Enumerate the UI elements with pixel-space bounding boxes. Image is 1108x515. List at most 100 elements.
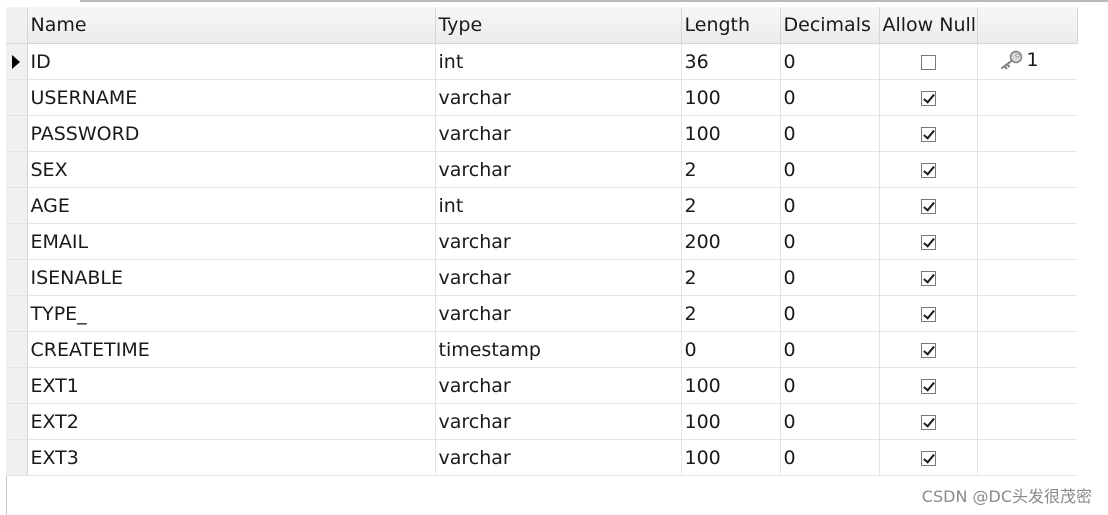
allow-null-checkbox[interactable] xyxy=(920,54,936,70)
allow-null-checkbox[interactable] xyxy=(920,234,936,250)
key-cell[interactable] xyxy=(977,331,1077,368)
field-length-cell[interactable]: 2 xyxy=(681,295,781,332)
field-decimals-cell[interactable]: 0 xyxy=(780,295,880,332)
key-cell[interactable] xyxy=(977,259,1077,296)
field-length-cell[interactable]: 100 xyxy=(681,115,781,152)
row-indicator[interactable] xyxy=(6,151,28,188)
table-row[interactable]: ISENABLE varchar 2 0 xyxy=(6,259,1077,296)
column-header-length[interactable]: Length xyxy=(681,7,781,44)
allow-null-checkbox[interactable] xyxy=(920,126,936,142)
field-type-cell[interactable]: varchar xyxy=(435,439,682,476)
allow-null-checkbox[interactable] xyxy=(920,162,936,178)
column-header-name[interactable]: Name xyxy=(27,7,436,44)
key-cell[interactable] xyxy=(977,187,1077,224)
field-name-cell[interactable]: PASSWORD xyxy=(27,115,436,152)
field-type-cell[interactable]: int xyxy=(435,43,682,80)
table-row[interactable]: EXT1 varchar 100 0 xyxy=(6,367,1077,404)
field-type-cell[interactable]: int xyxy=(435,187,682,224)
field-decimals-cell[interactable]: 0 xyxy=(780,223,880,260)
table-row[interactable]: AGE int 2 0 xyxy=(6,187,1077,224)
row-indicator[interactable] xyxy=(6,187,28,224)
field-length-cell[interactable]: 100 xyxy=(681,367,781,404)
allow-null-checkbox[interactable] xyxy=(920,270,936,286)
field-length-cell[interactable]: 2 xyxy=(681,259,781,296)
field-decimals-cell[interactable]: 0 xyxy=(780,79,880,116)
key-cell[interactable]: 1 xyxy=(977,43,1077,80)
field-decimals-cell[interactable]: 0 xyxy=(780,367,880,404)
field-name-cell[interactable]: AGE xyxy=(27,187,436,224)
row-indicator[interactable] xyxy=(6,439,28,476)
field-length-cell[interactable]: 2 xyxy=(681,151,781,188)
table-row[interactable]: PASSWORD varchar 100 0 xyxy=(6,115,1077,152)
allow-null-checkbox[interactable] xyxy=(920,198,936,214)
allow-null-checkbox[interactable] xyxy=(920,378,936,394)
field-name-cell[interactable]: CREATETIME xyxy=(27,331,436,368)
field-decimals-cell[interactable]: 0 xyxy=(780,187,880,224)
allow-null-checkbox[interactable] xyxy=(920,306,936,322)
table-row[interactable]: TYPE_ varchar 2 0 xyxy=(6,295,1077,332)
field-type-cell[interactable]: varchar xyxy=(435,223,682,260)
field-length-cell[interactable]: 2 xyxy=(681,187,781,224)
field-decimals-cell[interactable]: 0 xyxy=(780,331,880,368)
field-length-cell[interactable]: 100 xyxy=(681,403,781,440)
table-row[interactable]: EXT3 varchar 100 0 xyxy=(6,439,1077,476)
table-row[interactable]: ID int 36 0 1 xyxy=(6,43,1077,80)
field-name-cell[interactable]: EXT2 xyxy=(27,403,436,440)
key-cell[interactable] xyxy=(977,295,1077,332)
table-row[interactable]: EXT2 varchar 100 0 xyxy=(6,403,1077,440)
field-type-cell[interactable]: varchar xyxy=(435,115,682,152)
row-indicator[interactable] xyxy=(6,115,28,152)
field-name-cell[interactable]: EXT1 xyxy=(27,367,436,404)
field-length-cell[interactable]: 100 xyxy=(681,79,781,116)
row-indicator[interactable] xyxy=(6,43,28,80)
key-cell[interactable] xyxy=(977,367,1077,404)
field-length-cell[interactable]: 200 xyxy=(681,223,781,260)
field-type-cell[interactable]: varchar xyxy=(435,259,682,296)
field-name-cell[interactable]: EXT3 xyxy=(27,439,436,476)
field-decimals-cell[interactable]: 0 xyxy=(780,115,880,152)
row-indicator[interactable] xyxy=(6,79,28,116)
row-indicator[interactable] xyxy=(6,223,28,260)
column-header-allow-null[interactable]: Allow Null xyxy=(879,7,978,44)
row-indicator[interactable] xyxy=(6,295,28,332)
field-name-cell[interactable]: SEX xyxy=(27,151,436,188)
table-row[interactable]: EMAIL varchar 200 0 xyxy=(6,223,1077,260)
field-length-cell[interactable]: 100 xyxy=(681,439,781,476)
field-name-cell[interactable]: EMAIL xyxy=(27,223,436,260)
field-name-cell[interactable]: USERNAME xyxy=(27,79,436,116)
allow-null-checkbox[interactable] xyxy=(920,450,936,466)
field-name-cell[interactable]: ID xyxy=(27,43,436,80)
field-decimals-cell[interactable]: 0 xyxy=(780,43,880,80)
field-decimals-cell[interactable]: 0 xyxy=(780,439,880,476)
field-type-cell[interactable]: varchar xyxy=(435,79,682,116)
field-length-cell[interactable]: 36 xyxy=(681,43,781,80)
row-indicator[interactable] xyxy=(6,403,28,440)
field-name-cell[interactable]: ISENABLE xyxy=(27,259,436,296)
key-cell[interactable] xyxy=(977,79,1077,116)
allow-null-checkbox[interactable] xyxy=(920,90,936,106)
key-cell[interactable] xyxy=(977,115,1077,152)
column-header-decimals[interactable]: Decimals xyxy=(780,7,880,44)
key-cell[interactable] xyxy=(977,223,1077,260)
table-row[interactable]: SEX varchar 2 0 xyxy=(6,151,1077,188)
field-decimals-cell[interactable]: 0 xyxy=(780,151,880,188)
key-cell[interactable] xyxy=(977,403,1077,440)
column-header-type[interactable]: Type xyxy=(435,7,682,44)
allow-null-checkbox[interactable] xyxy=(920,414,936,430)
row-indicator[interactable] xyxy=(6,259,28,296)
field-decimals-cell[interactable]: 0 xyxy=(780,259,880,296)
row-indicator[interactable] xyxy=(6,367,28,404)
key-cell[interactable] xyxy=(977,151,1077,188)
table-row[interactable]: USERNAME varchar 100 0 xyxy=(6,79,1077,116)
field-length-cell[interactable]: 0 xyxy=(681,331,781,368)
field-type-cell[interactable]: varchar xyxy=(435,295,682,332)
field-decimals-cell[interactable]: 0 xyxy=(780,403,880,440)
field-type-cell[interactable]: varchar xyxy=(435,367,682,404)
field-type-cell[interactable]: varchar xyxy=(435,403,682,440)
key-cell[interactable] xyxy=(977,439,1077,476)
field-name-cell[interactable]: TYPE_ xyxy=(27,295,436,332)
allow-null-checkbox[interactable] xyxy=(920,342,936,358)
table-row[interactable]: CREATETIME timestamp 0 0 xyxy=(6,331,1077,368)
field-type-cell[interactable]: timestamp xyxy=(435,331,682,368)
field-type-cell[interactable]: varchar xyxy=(435,151,682,188)
